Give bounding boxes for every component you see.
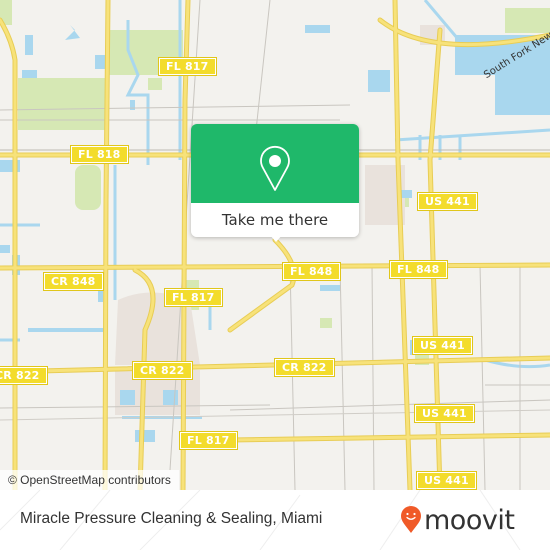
water-body	[22, 70, 37, 78]
water-body	[60, 15, 80, 40]
water-body	[0, 245, 10, 253]
minor-road	[254, 0, 271, 141]
water-body	[163, 390, 178, 405]
road-shield-fl848: FL 848	[389, 260, 448, 279]
road-shield-fl817: FL 817	[179, 431, 238, 450]
water-body	[368, 70, 390, 92]
footer-bar: Miracle Pressure Cleaning & Sealing, Mia…	[0, 490, 550, 550]
water-body	[25, 35, 33, 55]
park-area	[75, 165, 101, 210]
brand-name: moovit	[424, 504, 515, 536]
water-body	[28, 328, 108, 332]
place-name: Miracle Pressure Cleaning & Sealing, Mia…	[20, 510, 323, 527]
popup-header	[191, 124, 359, 203]
water-body	[495, 70, 550, 115]
minor-road	[289, 264, 296, 490]
road-shield-cr822: CR 822	[0, 366, 48, 385]
water-body	[95, 55, 105, 69]
canal	[394, 128, 550, 142]
minor-road	[479, 264, 486, 490]
water-body	[320, 285, 340, 291]
park-area	[320, 318, 332, 328]
park-area	[505, 8, 550, 33]
minor-road	[339, 264, 346, 490]
map-canvas[interactable]: FL 817 FL 818 CR 848 FL 817 FL 848 FL 84…	[0, 0, 550, 490]
water-body	[98, 290, 103, 302]
park-area	[148, 78, 162, 90]
park-area	[18, 78, 108, 130]
road-shield-fl848: FL 848	[282, 262, 341, 281]
location-popup: Take me there	[191, 124, 359, 242]
road-shield-cr822: CR 822	[274, 358, 335, 377]
road-shield-us441: US 441	[417, 192, 478, 211]
road-shield-fl817: FL 817	[164, 288, 223, 307]
minor-road	[371, 264, 375, 490]
water-body	[120, 390, 135, 405]
major-road	[227, 237, 297, 333]
map-attribution[interactable]: © OpenStreetMap contributors	[0, 470, 179, 490]
road-shield-us441: US 441	[414, 404, 475, 423]
road-shield-cr822: CR 822	[132, 361, 193, 380]
water-body	[305, 25, 330, 33]
road-shield-cr848: CR 848	[43, 272, 104, 291]
map-pin-icon	[260, 145, 290, 191]
take-me-there-button[interactable]: Take me there	[191, 203, 359, 237]
popup-pointer	[269, 234, 283, 242]
road-shield-fl818: FL 818	[70, 145, 129, 164]
road-shield-us441: US 441	[416, 471, 477, 490]
minor-road	[229, 399, 550, 411]
road-shield-fl817: FL 817	[158, 57, 217, 76]
moovit-logo[interactable]: moovit	[400, 500, 515, 540]
water-body	[135, 430, 155, 442]
road-shield-us441: US 441	[412, 336, 473, 355]
moovit-pin-logo-icon	[401, 506, 421, 533]
